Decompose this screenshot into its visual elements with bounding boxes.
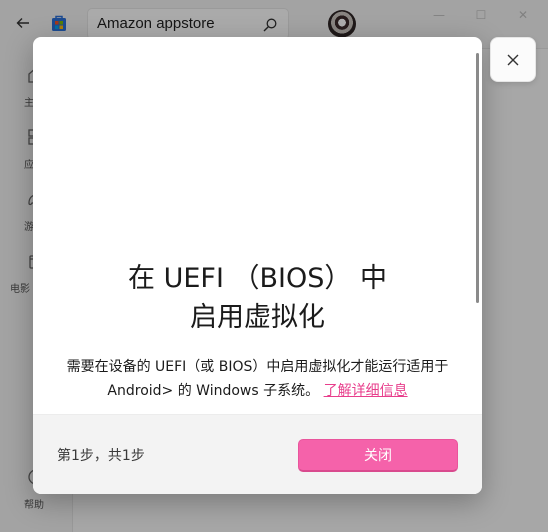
learn-more-link[interactable]: 了解详细信息: [324, 383, 408, 399]
close-dialog-button[interactable]: 关闭: [298, 439, 458, 472]
virtualization-dialog: 在 UEFI （BIOS） 中 启用虚拟化 需要在设备的 UEFI（或 BIOS…: [33, 37, 482, 494]
dialog-body: 需要在设备的 UEFI（或 BIOS）中启用虚拟化才能运行适用于 Android…: [51, 355, 464, 403]
dialog-scrollbar[interactable]: [476, 53, 479, 303]
dialog-footer: 第1步，共1步 关闭: [33, 414, 482, 494]
close-icon: [507, 54, 519, 65]
step-indicator: 第1步，共1步: [57, 448, 145, 464]
dialog-title: 在 UEFI （BIOS） 中 启用虚拟化: [53, 259, 462, 337]
dialog-title-line-1: 在 UEFI （BIOS） 中: [128, 263, 387, 294]
dialog-title-line-2: 启用虚拟化: [190, 302, 325, 333]
dismiss-dialog-button[interactable]: [490, 37, 536, 82]
